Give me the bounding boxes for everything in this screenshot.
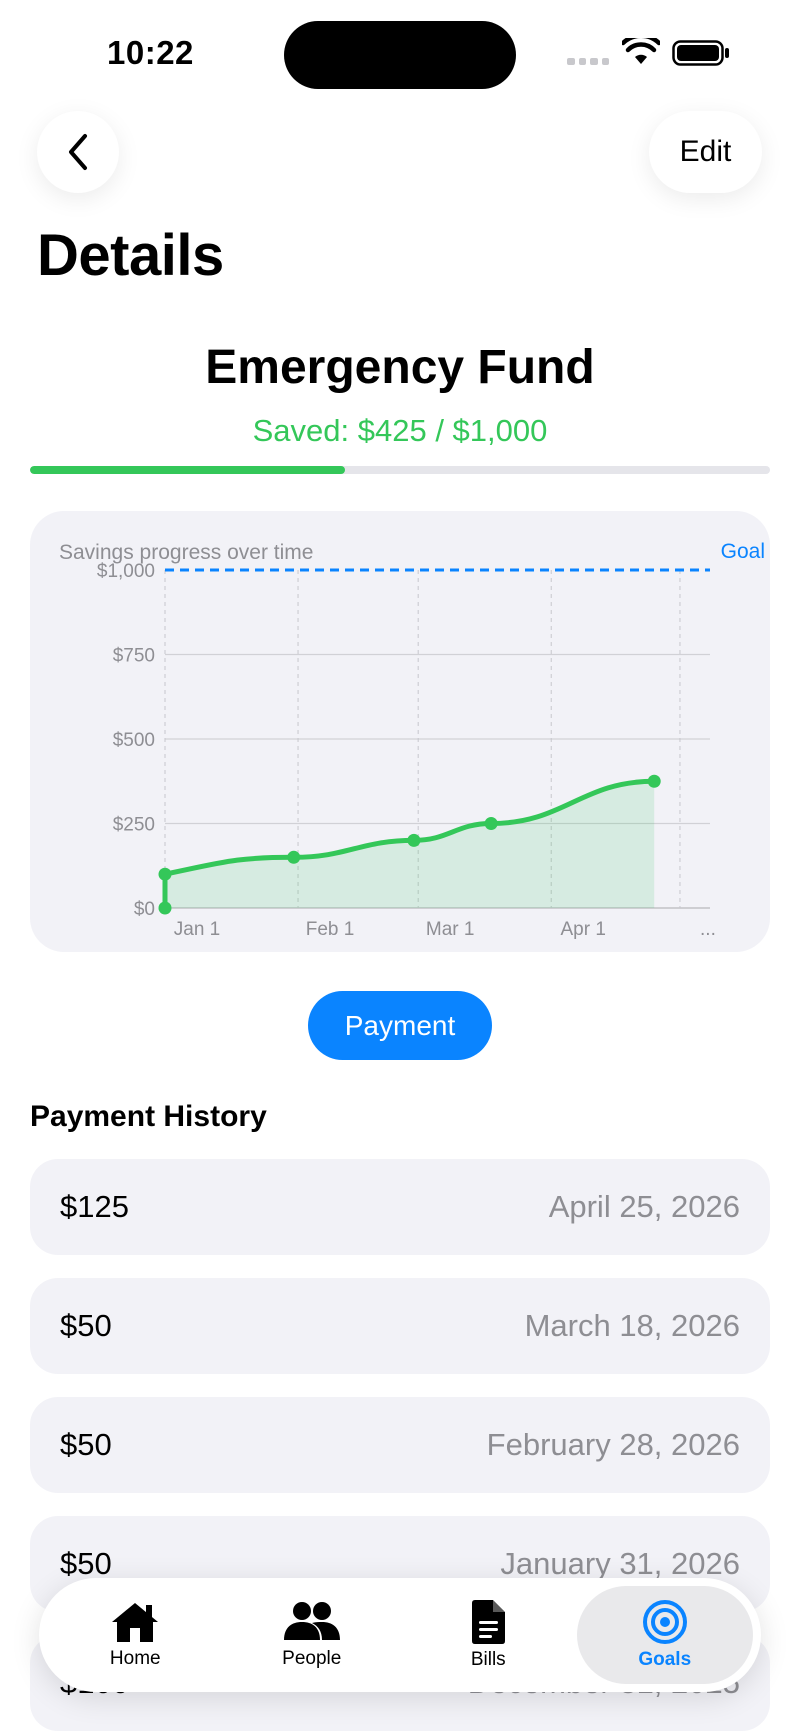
tab-bills[interactable]: Bills [400,1586,577,1684]
tab-home[interactable]: Home [47,1586,224,1684]
people-icon [283,1602,340,1640]
history-date: March 18, 2026 [524,1308,740,1343]
tab-label: People [282,1648,342,1669]
tab-label: Home [109,1648,161,1669]
page-title: Details [37,223,224,288]
tab-goals[interactable]: Goals [576,1586,753,1684]
history-date: February 28, 2026 [486,1427,740,1462]
history-row[interactable]: $125 April 25, 2026 [30,1159,770,1255]
house-icon [112,1603,159,1642]
chevron-left-icon [69,134,87,170]
saved-amount: Saved: $425 / $1,000 [252,413,548,448]
goal-name: Emergency Fund [205,341,595,394]
payment-button[interactable]: Payment [308,991,492,1060]
status-bar: 10:22 [0,0,800,100]
history-amount: $50 [60,1308,112,1343]
edit-button[interactable]: Edit [649,111,762,193]
history-amount: $50 [60,1427,112,1462]
goal-progress-fill [30,466,345,474]
history-row[interactable]: $50 February 28, 2026 [30,1397,770,1493]
cellular-signal-icon [567,58,609,65]
chart-card [30,511,770,952]
history-amount: $50 [60,1546,112,1581]
history-title: Payment History [30,1100,267,1133]
battery-icon [672,40,729,66]
tab-bar: Home People Bills Goals [39,1578,761,1692]
back-button[interactable] [37,111,119,193]
wifi-icon [622,38,660,64]
history-amount: $125 [60,1189,129,1224]
history-date: January 31, 2026 [500,1546,740,1581]
goal-progress-bar [30,466,770,474]
target-icon [642,1600,687,1644]
chart-caption: Savings progress over time [59,541,314,564]
history-row[interactable]: $50 March 18, 2026 [30,1278,770,1374]
tab-label: Goals [638,1649,692,1670]
tab-people[interactable]: People [224,1586,401,1684]
status-time: 10:22 [107,34,194,71]
history-date: April 25, 2026 [548,1189,740,1224]
dynamic-island [284,21,516,89]
tab-label: Bills [470,1649,506,1670]
document-icon [472,1600,506,1644]
